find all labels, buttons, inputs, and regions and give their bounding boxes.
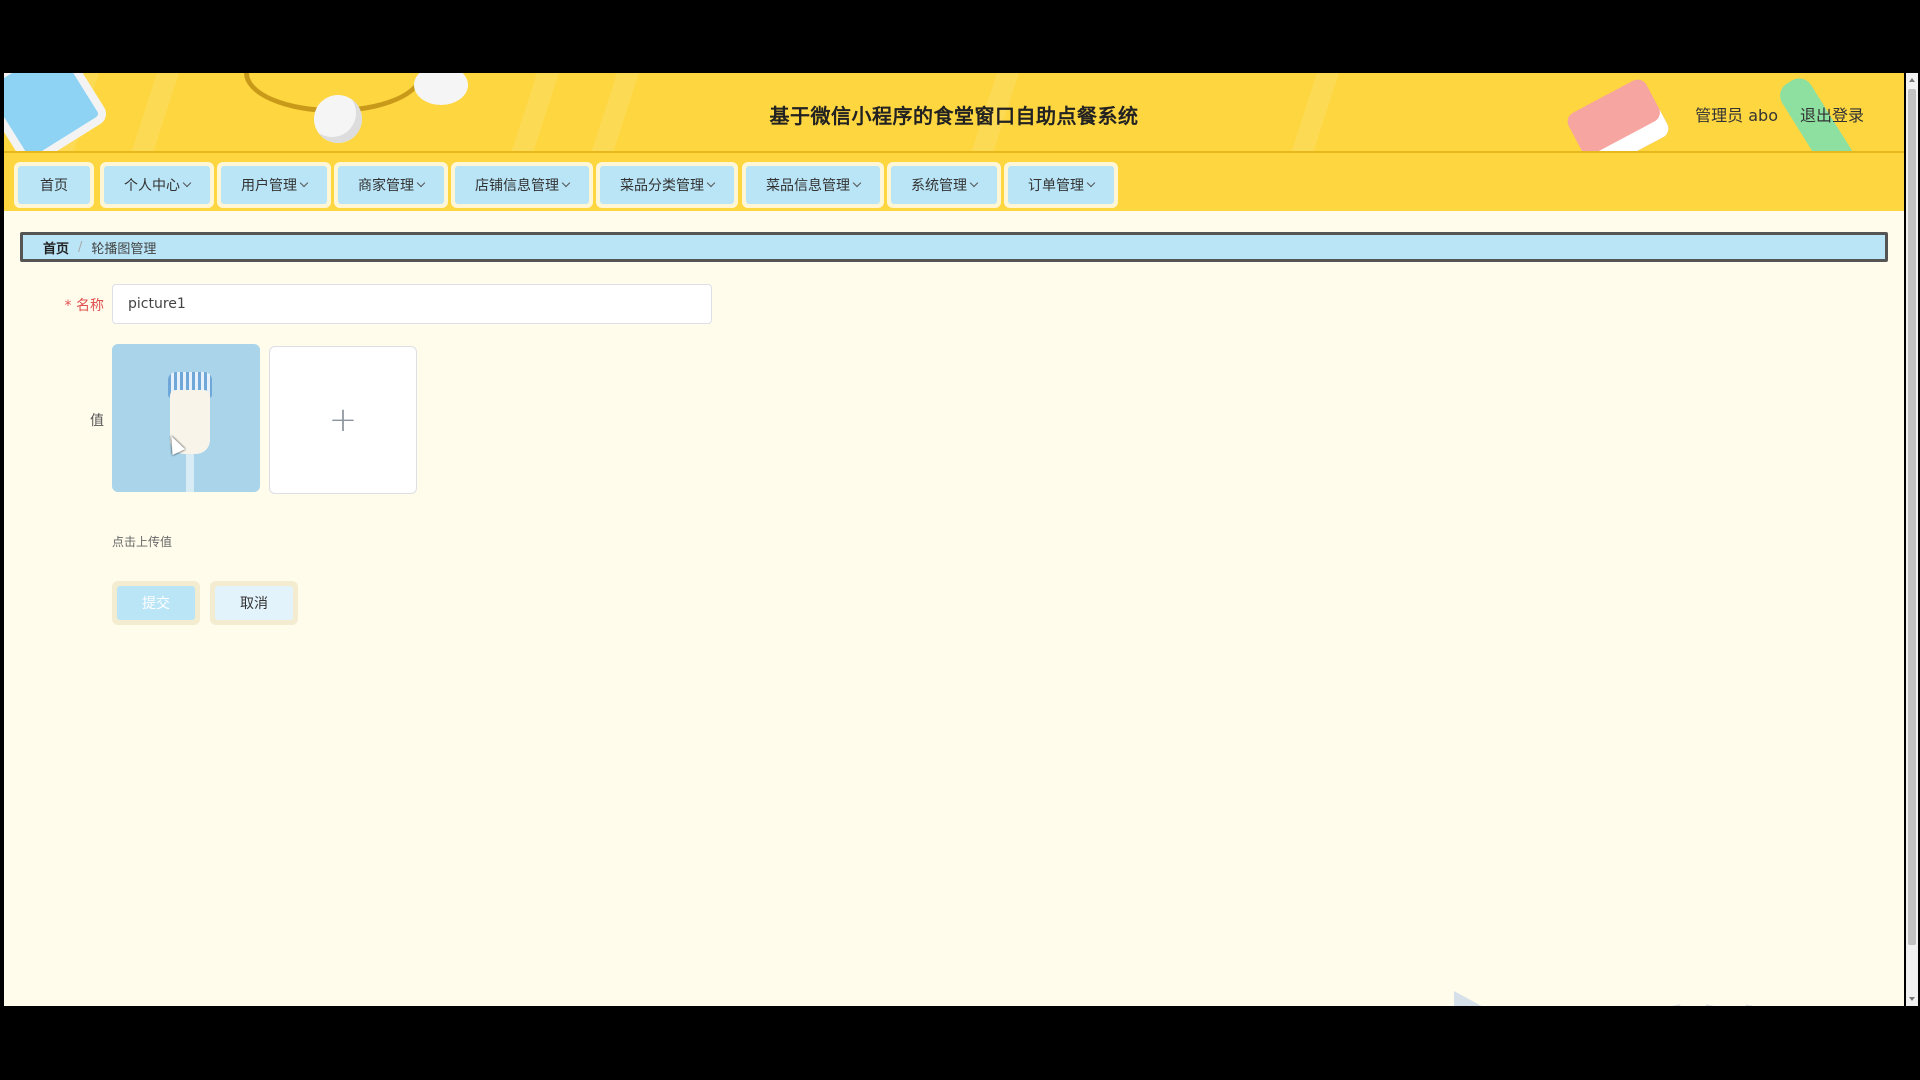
chevron-down-icon — [561, 178, 571, 188]
upload-hint: 点击上传值 — [112, 535, 173, 549]
current-user: 管理员 abo — [1695, 106, 1778, 125]
vertical-scrollbar[interactable] — [1906, 73, 1918, 1006]
chevron-down-icon — [852, 178, 862, 188]
chevron-down-icon — [969, 178, 979, 188]
watermark-play-icon — [1454, 991, 1520, 1006]
nav-item-label: 系统管理 — [911, 178, 967, 194]
nav-item-label: 个人中心 — [124, 178, 180, 194]
nav-item-merchant-management[interactable]: 商家管理 — [334, 162, 448, 208]
nav-item-system-management[interactable]: 系统管理 — [887, 162, 1001, 208]
nav-item-label: 店铺信息管理 — [475, 178, 559, 194]
breadcrumb: 首页 / 轮播图管理 — [20, 232, 1888, 262]
nav-item-dish-category-management[interactable]: 菜品分类管理 — [596, 162, 738, 208]
breadcrumb-home[interactable]: 首页 — [43, 238, 69, 257]
nav-item-label: 菜品信息管理 — [766, 178, 850, 194]
cancel-button-label: 取消 — [240, 596, 268, 612]
name-label: * 名称 — [44, 295, 104, 315]
value-label: 值 — [90, 413, 104, 429]
scrollbar-thumb[interactable] — [1908, 89, 1916, 945]
chevron-down-icon — [416, 178, 426, 188]
top-nav: 首页 个人中心 用户管理 商家管理 店铺信息管理 菜品分类管理 菜品信息管理 系… — [4, 153, 1904, 211]
nav-item-order-management[interactable]: 订单管理 — [1004, 162, 1118, 208]
nav-item-home[interactable]: 首页 — [14, 162, 94, 208]
submit-button-label: 提交 — [142, 596, 170, 612]
watermark: ev剪辑 — [1554, 983, 1808, 1006]
chevron-down-icon — [706, 178, 716, 188]
nav-item-label: 用户管理 — [241, 178, 297, 194]
logout-link[interactable]: 退出登录 — [1800, 102, 1864, 126]
required-mark: * — [64, 298, 72, 314]
name-label-text: 名称 — [76, 298, 104, 314]
chevron-down-icon — [1086, 178, 1096, 188]
page-title: 基于微信小程序的食堂窗口自助点餐系统 — [769, 104, 1139, 128]
nav-item-user-management[interactable]: 用户管理 — [217, 162, 331, 208]
upload-add-button[interactable]: + — [269, 346, 417, 494]
breadcrumb-separator: / — [78, 239, 83, 255]
chevron-down-icon — [299, 178, 309, 188]
nav-item-label: 菜品分类管理 — [620, 178, 704, 194]
nav-item-dish-info-management[interactable]: 菜品信息管理 — [742, 162, 884, 208]
nav-item-personal-center[interactable]: 个人中心 — [100, 162, 214, 208]
nav-item-label: 首页 — [40, 178, 68, 194]
name-input[interactable]: picture1 — [112, 284, 712, 324]
cake-stand-shape — [186, 454, 194, 492]
nav-item-shop-info-management[interactable]: 店铺信息管理 — [451, 162, 593, 208]
breadcrumb-current: 轮播图管理 — [91, 241, 157, 257]
header: 基于微信小程序的食堂窗口自助点餐系统 管理员 abo 退出登录 — [4, 73, 1904, 153]
app-window: 基于微信小程序的食堂窗口自助点餐系统 管理员 abo 退出登录 首页 个人中心 … — [4, 73, 1904, 1006]
nav-item-label: 商家管理 — [358, 178, 414, 194]
uploaded-image-thumbnail[interactable] — [112, 344, 260, 492]
nav-item-label: 订单管理 — [1028, 178, 1084, 194]
cancel-button[interactable]: 取消 — [210, 581, 298, 625]
submit-button[interactable]: 提交 — [112, 581, 200, 625]
chevron-down-icon — [182, 178, 192, 188]
screen: 基于微信小程序的食堂窗口自助点餐系统 管理员 abo 退出登录 首页 个人中心 … — [0, 0, 1920, 1080]
scroll-down-arrow-icon[interactable] — [1909, 997, 1915, 1001]
plus-icon: + — [328, 400, 358, 440]
scroll-up-arrow-icon[interactable] — [1909, 78, 1915, 82]
